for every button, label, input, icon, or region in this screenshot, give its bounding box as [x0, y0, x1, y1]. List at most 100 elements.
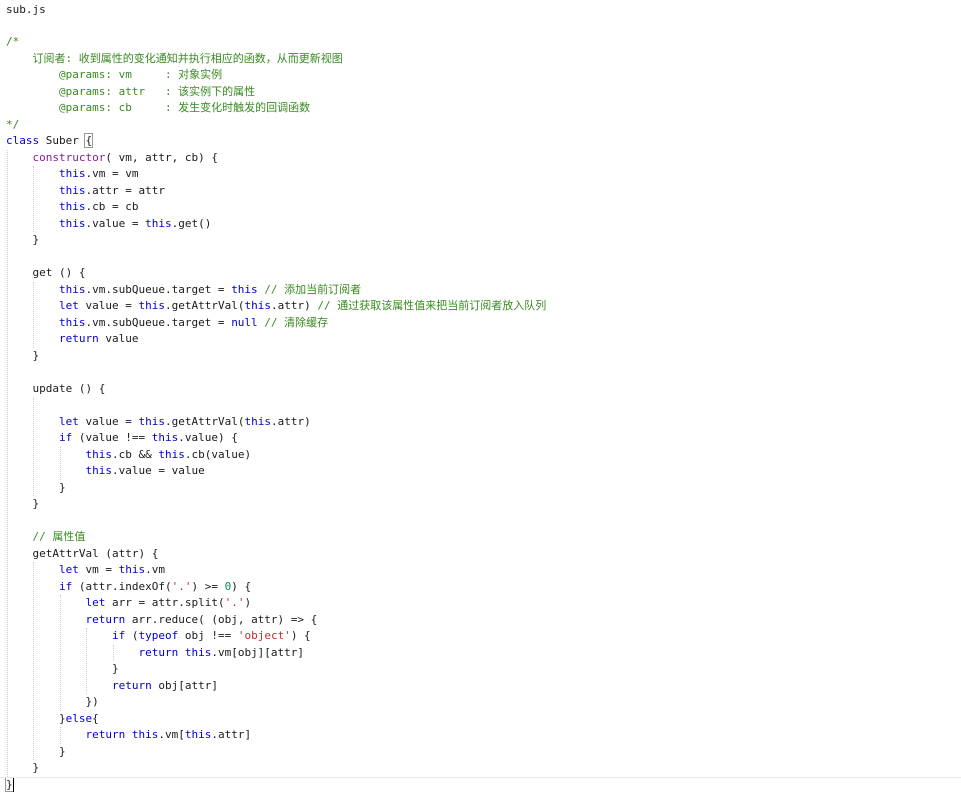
- code-line[interactable]: }: [6, 760, 546, 777]
- code-line[interactable]: this.vm.subQueue.target = null // 清除缓存: [6, 315, 546, 332]
- code-line[interactable]: [6, 364, 546, 381]
- code-line[interactable]: }else{: [6, 711, 546, 728]
- code-line[interactable]: }: [6, 496, 546, 513]
- code-area[interactable]: /* 订阅者: 收到属性的变化通知并执行相应的函数，从而更新视图 @params…: [5, 34, 546, 794]
- indent-guide: [7, 149, 8, 777]
- code-line[interactable]: let arr = attr.split('.'): [6, 595, 546, 612]
- code-token: // 属性值: [32, 530, 86, 543]
- code-token: this: [138, 414, 165, 428]
- code-line[interactable]: return value: [6, 331, 546, 348]
- code-line[interactable]: constructor( vm, attr, cb) {: [6, 150, 546, 167]
- code-token: this: [58, 216, 86, 230]
- code-token: this: [184, 728, 212, 741]
- indent-guide: [86, 628, 88, 694]
- code-token: }: [6, 761, 40, 774]
- code-line[interactable]: */: [6, 117, 546, 134]
- code-line[interactable]: this.cb && this.cb(value): [6, 447, 546, 464]
- code-line[interactable]: getAttrVal (attr) {: [6, 546, 546, 563]
- code-token: @params: cb : 发生变化时触发的回调函数: [6, 101, 311, 114]
- code-line[interactable]: let value = this.getAttrVal(this.attr): [6, 414, 546, 431]
- code-token: // 清除缓存: [257, 315, 329, 329]
- code-token: ( vm, attr, cb) {: [105, 150, 218, 164]
- code-line[interactable]: get () {: [6, 265, 546, 282]
- code-token: ): [244, 596, 252, 609]
- indent-guide: [59, 727, 61, 744]
- code-line[interactable]: let vm = this.vm: [6, 562, 546, 579]
- code-line[interactable]: }): [6, 694, 546, 711]
- code-token: this: [244, 414, 271, 428]
- code-token: (attr.indexOf(: [72, 579, 172, 593]
- code-token: typeof: [138, 629, 179, 642]
- code-line[interactable]: update () {: [6, 381, 546, 398]
- code-token: @params: vm : 对象实例: [6, 68, 223, 81]
- code-token: this: [58, 167, 86, 180]
- code-token: .getAttrVal(: [164, 414, 245, 428]
- code-line[interactable]: class Suber {: [6, 133, 546, 150]
- code-line[interactable]: }: [6, 744, 546, 761]
- code-line[interactable]: if (value !== this.value) {: [6, 430, 546, 447]
- indent-guide: [59, 595, 61, 711]
- code-line[interactable]: this.vm = vm: [6, 166, 546, 183]
- code-line[interactable]: [6, 249, 546, 266]
- indent-guide: [112, 644, 114, 661]
- code-line[interactable]: this.attr = attr: [6, 183, 546, 200]
- code-token: .vm: [145, 563, 165, 576]
- code-line[interactable]: [6, 513, 546, 530]
- code-line[interactable]: /*: [6, 34, 546, 51]
- code-line[interactable]: [6, 397, 546, 414]
- code-line[interactable]: return this.vm[this.attr]: [6, 727, 546, 744]
- code-token: return: [85, 612, 126, 626]
- code-token: }: [5, 776, 14, 792]
- code-token: this: [231, 282, 258, 296]
- code-line[interactable]: if (attr.indexOf('.') >= 0) {: [6, 579, 546, 596]
- indent-guide: [59, 446, 61, 480]
- code-line[interactable]: }: [6, 348, 546, 365]
- code-line[interactable]: 订阅者: 收到属性的变化通知并执行相应的函数，从而更新视图: [6, 51, 546, 68]
- code-editor[interactable]: sub.js /* 订阅者: 收到属性的变化通知并执行相应的函数，从而更新视图 …: [0, 0, 961, 798]
- code-token: }: [6, 662, 119, 675]
- code-token: this: [58, 315, 86, 329]
- code-token: }: [6, 233, 40, 246]
- code-line[interactable]: @params: cb : 发生变化时触发的回调函数: [6, 100, 546, 117]
- code-line[interactable]: this.value = this.get(): [6, 216, 546, 233]
- code-token: .cb &&: [111, 447, 159, 461]
- code-token: this: [118, 563, 146, 576]
- code-token: ) {: [290, 629, 311, 642]
- code-line[interactable]: this.cb = cb: [6, 199, 546, 216]
- code-line[interactable]: let value = this.getAttrVal(this.attr) /…: [6, 298, 546, 315]
- code-token: .value) {: [178, 431, 238, 444]
- code-line[interactable]: }: [5, 776, 546, 794]
- code-line[interactable]: @params: vm : 对象实例: [6, 67, 546, 84]
- code-line[interactable]: }: [6, 480, 546, 497]
- code-token: '.': [171, 579, 192, 593]
- code-token: @params: attr : 该实例下的属性: [6, 84, 256, 98]
- code-token: .vm.subQueue.target =: [85, 282, 232, 296]
- indent-guide: [33, 281, 35, 348]
- code-line[interactable]: // 属性值: [6, 529, 546, 546]
- code-line[interactable]: this.vm.subQueue.target = this // 添加当前订阅…: [6, 282, 546, 299]
- code-token: Suber: [39, 134, 86, 147]
- code-token: this: [184, 645, 212, 659]
- code-token: update () {: [6, 381, 106, 395]
- code-token: */: [6, 117, 20, 131]
- code-line[interactable]: this.value = value: [6, 463, 546, 480]
- code-token: let: [58, 414, 79, 428]
- code-token: }): [6, 695, 99, 708]
- code-line[interactable]: return arr.reduce( (obj, attr) => {: [6, 612, 546, 629]
- code-line[interactable]: @params: attr : 该实例下的属性: [6, 84, 546, 101]
- code-line[interactable]: }: [6, 232, 546, 249]
